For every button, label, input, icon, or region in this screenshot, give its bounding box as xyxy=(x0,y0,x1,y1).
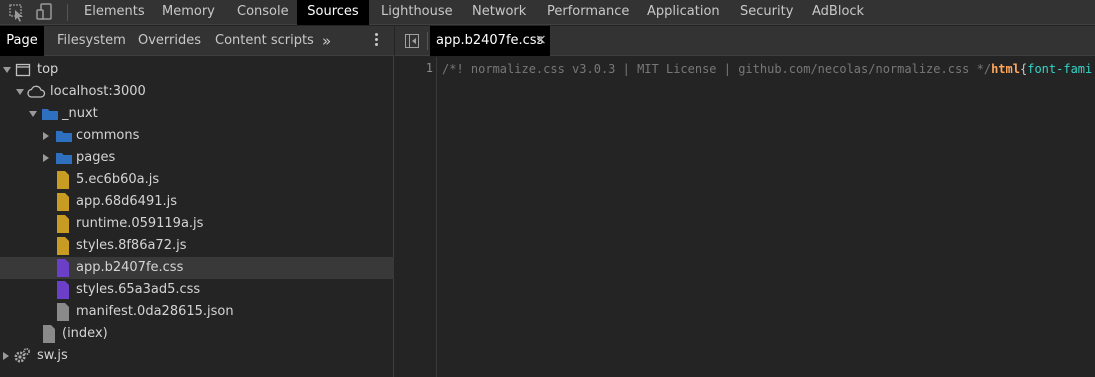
gear-icon xyxy=(13,347,31,369)
tree-item-label: app.b2407fe.css xyxy=(76,260,184,275)
toolbar-divider xyxy=(67,4,68,21)
tab-page[interactable]: Page xyxy=(0,26,44,56)
tree-item-file[interactable]: styles.65a3ad5.css xyxy=(0,279,394,301)
inspect-element-icon[interactable] xyxy=(4,0,30,25)
tree-item-service-worker[interactable]: sw.js xyxy=(0,345,394,367)
tree-item-file[interactable]: 5.ec6b60a.js xyxy=(0,169,394,191)
expand-arrow-icon[interactable] xyxy=(43,154,49,162)
file-tab-label: app.b2407fe.css xyxy=(436,33,544,48)
code-line: /*! normalize.css v3.0.3 | MIT License |… xyxy=(442,61,1092,77)
tree-item-label: app.68d6491.js xyxy=(76,194,177,209)
editor-tab-strip: app.b2407fe.css × xyxy=(395,26,1095,56)
code-selector: html xyxy=(991,62,1020,76)
editor-file-tab[interactable]: app.b2407fe.css × xyxy=(430,26,550,56)
tree-item-pages[interactable]: pages xyxy=(0,147,394,169)
folder-icon xyxy=(55,128,73,148)
tab-elements[interactable]: Elements xyxy=(84,0,145,25)
tree-item-file[interactable]: manifest.0da28615.json xyxy=(0,301,394,323)
tree-item-commons[interactable]: commons xyxy=(0,125,394,147)
tab-memory[interactable]: Memory xyxy=(162,0,215,25)
tab-lighthouse[interactable]: Lighthouse xyxy=(381,0,453,25)
tree-item-label: commons xyxy=(76,128,140,143)
tab-security[interactable]: Security xyxy=(740,0,793,25)
tree-item-label: manifest.0da28615.json xyxy=(76,304,234,319)
tree-item-top[interactable]: top xyxy=(0,59,394,81)
folder-icon xyxy=(41,106,59,126)
tab-performance[interactable]: Performance xyxy=(547,0,629,25)
js-file-icon xyxy=(57,237,69,259)
tree-item-label: styles.8f86a72.js xyxy=(76,238,187,253)
tree-item-label: (index) xyxy=(62,326,108,341)
cloud-icon xyxy=(26,84,46,104)
tab-sources[interactable]: Sources xyxy=(297,0,369,25)
tab-filesystem[interactable]: Filesystem xyxy=(57,26,126,56)
css-file-icon xyxy=(57,281,69,303)
file-icon xyxy=(57,303,69,325)
expand-arrow-icon[interactable] xyxy=(3,67,11,73)
tree-item-label: localhost:3000 xyxy=(50,84,146,99)
tab-adblock[interactable]: AdBlock xyxy=(812,0,864,25)
more-tabs-button[interactable]: » xyxy=(322,26,331,56)
expand-arrow-icon[interactable] xyxy=(16,89,24,95)
tree-item-label: 5.ec6b60a.js xyxy=(76,172,160,187)
tab-network[interactable]: Network xyxy=(472,0,526,25)
frame-icon xyxy=(15,62,31,82)
tree-item-label: runtime.059119a.js xyxy=(76,216,204,231)
tab-content-scripts[interactable]: Content scripts xyxy=(215,26,314,56)
close-icon[interactable]: × xyxy=(535,26,547,55)
tree-item-label: top xyxy=(37,62,59,77)
line-number: 1 xyxy=(425,61,433,75)
folder-icon xyxy=(55,150,73,170)
tree-item-localhost[interactable]: localhost:3000 xyxy=(0,81,394,103)
device-toolbar-icon[interactable] xyxy=(32,0,58,25)
navigator-tabs: Page Filesystem Overrides Content script… xyxy=(0,26,394,56)
tree-item-nuxt[interactable]: _nuxt xyxy=(0,103,394,125)
toggle-navigator-icon[interactable] xyxy=(405,34,419,48)
expand-arrow-icon[interactable] xyxy=(3,352,9,360)
expand-arrow-icon[interactable] xyxy=(29,111,37,117)
tab-application[interactable]: Application xyxy=(647,0,720,25)
tab-divider xyxy=(427,32,428,50)
tab-console[interactable]: Console xyxy=(237,0,289,25)
tree-item-label: styles.65a3ad5.css xyxy=(76,282,201,297)
sources-navigator: Page Filesystem Overrides Content script… xyxy=(0,26,394,377)
tree-item-file[interactable]: styles.8f86a72.js xyxy=(0,235,394,257)
js-file-icon xyxy=(57,215,69,237)
tab-overrides[interactable]: Overrides xyxy=(138,26,201,56)
tree-item-file[interactable]: runtime.059119a.js xyxy=(0,213,394,235)
code-editor[interactable]: 1 /*! normalize.css v3.0.3 | MIT License… xyxy=(395,57,1095,377)
more-options-icon[interactable] xyxy=(374,33,380,49)
css-file-icon xyxy=(57,259,69,281)
tree-item-file-selected[interactable]: app.b2407fe.css xyxy=(0,257,394,279)
tree-item-file[interactable]: app.68d6491.js xyxy=(0,191,394,213)
tree-item-index[interactable]: (index) xyxy=(0,323,394,345)
tree-item-label: sw.js xyxy=(37,348,68,363)
devtools-toolbar: Elements Memory Console Sources Lighthou… xyxy=(0,0,1095,25)
line-number-gutter: 1 xyxy=(395,57,437,377)
tree-item-label: _nuxt xyxy=(62,106,98,121)
file-icon xyxy=(43,325,55,347)
js-file-icon xyxy=(57,193,69,215)
expand-arrow-icon[interactable] xyxy=(43,132,49,140)
js-file-icon xyxy=(57,171,69,193)
tree-item-label: pages xyxy=(76,150,116,165)
code-property: font-fami xyxy=(1027,62,1093,76)
code-comment: /*! normalize.css v3.0.3 | MIT License |… xyxy=(442,62,992,76)
